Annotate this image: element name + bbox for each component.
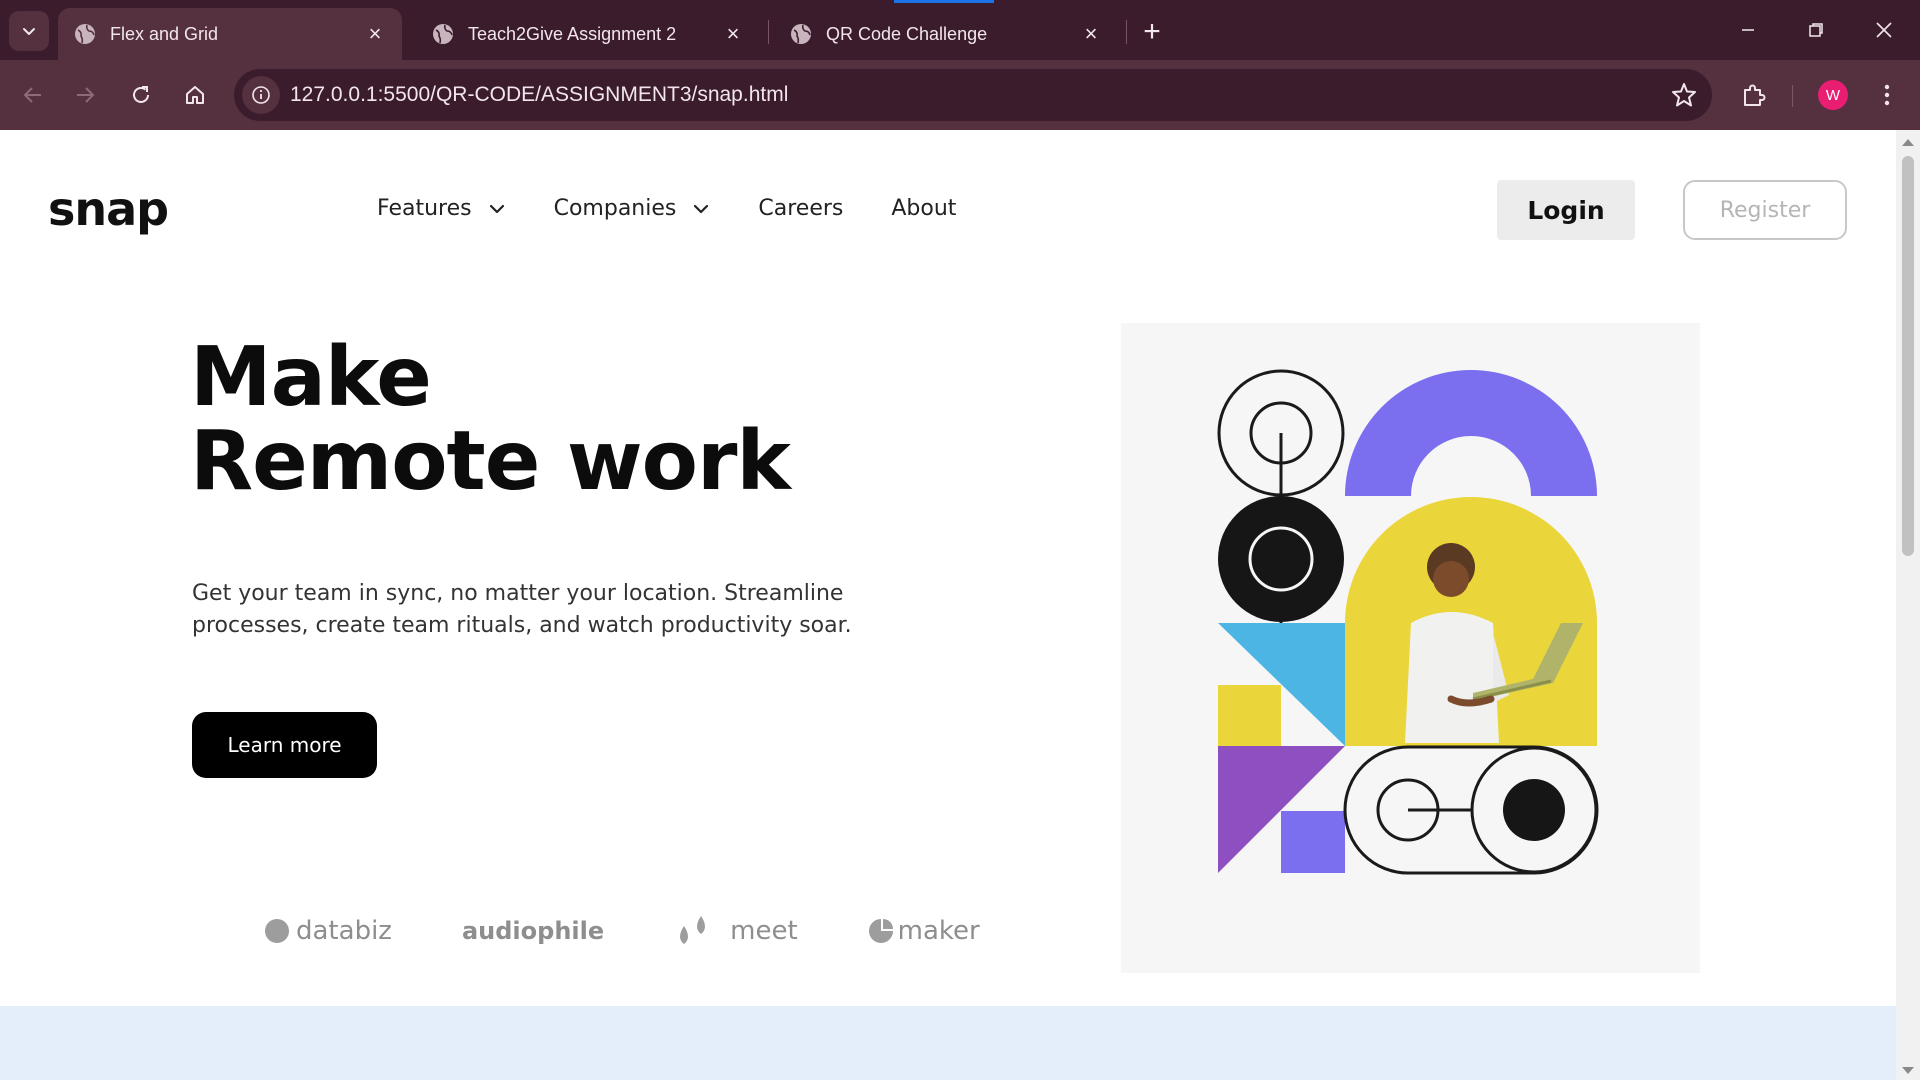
extensions-button[interactable]	[1734, 76, 1772, 114]
browser-tab-strip: Flex and Grid × Teach2Give Assignment 2 …	[0, 0, 1920, 60]
next-section-band	[0, 1006, 1896, 1080]
learn-more-button[interactable]: Learn more	[192, 712, 377, 778]
hero-title-line-2: Remote work	[190, 414, 791, 509]
browser-toolbar: 127.0.0.1:5500/QR-CODE/ASSIGNMENT3/snap.…	[0, 60, 1920, 130]
client-logo-databiz: databiz	[264, 916, 392, 946]
nav-about[interactable]: About	[891, 196, 956, 221]
vertical-scrollbar[interactable]	[1896, 130, 1920, 1080]
nav-companies-label: Companies	[553, 196, 677, 221]
chevron-down-icon	[489, 204, 504, 213]
close-icon[interactable]: ×	[722, 23, 744, 45]
tab-flex-and-grid[interactable]: Flex and Grid ×	[58, 8, 402, 60]
minimize-icon	[1742, 29, 1754, 31]
register-button[interactable]: Register	[1683, 180, 1847, 240]
tab-search-button[interactable]	[9, 11, 49, 51]
globe-icon	[791, 24, 811, 44]
hero-illustration	[1121, 323, 1700, 973]
tab-teach2give[interactable]: Teach2Give Assignment 2 ×	[416, 8, 760, 60]
tab-title: Flex and Grid	[110, 23, 219, 44]
scroll-thumb[interactable]	[1902, 156, 1914, 556]
puzzle-icon	[1744, 84, 1766, 106]
login-button[interactable]: Login	[1497, 180, 1635, 240]
nav-features[interactable]: Features	[377, 196, 506, 221]
tab-title: QR Code Challenge	[826, 23, 988, 44]
chevron-down-icon	[694, 204, 709, 213]
tab-separator	[768, 20, 769, 44]
profile-avatar[interactable]: W	[1818, 80, 1848, 110]
kebab-menu-icon	[1884, 84, 1890, 106]
globe-icon	[75, 24, 95, 44]
arrow-right-icon	[77, 87, 95, 103]
minimize-button[interactable]	[1714, 0, 1782, 60]
client-logo-audiophile: audio phile	[461, 917, 605, 945]
tab-title: Teach2Give Assignment 2	[468, 23, 677, 44]
site-info-button[interactable]	[242, 76, 280, 114]
hero-title: Make Remote work	[190, 330, 791, 509]
client-logos: databiz audio phile meet maker	[264, 914, 1050, 948]
home-icon	[186, 86, 204, 104]
tab-qr-code-challenge[interactable]: QR Code Challenge ×	[774, 8, 1118, 60]
close-icon	[1876, 22, 1892, 38]
client-logo-meet: meet	[674, 914, 798, 948]
toolbar-divider	[1792, 85, 1793, 107]
scroll-down-arrow[interactable]	[1902, 1067, 1914, 1074]
close-icon[interactable]: ×	[1080, 23, 1102, 45]
tab-loading-indicator	[894, 0, 994, 3]
restore-button[interactable]	[1782, 0, 1850, 60]
site-logo[interactable]: snap	[48, 182, 169, 236]
menu-button[interactable]	[1868, 76, 1906, 114]
home-button[interactable]	[174, 74, 216, 116]
info-icon	[252, 86, 270, 104]
arrow-left-icon	[23, 87, 41, 103]
page-viewport: snap Features Companies Careers About Lo…	[0, 130, 1920, 1080]
address-bar[interactable]: 127.0.0.1:5500/QR-CODE/ASSIGNMENT3/snap.…	[234, 69, 1712, 121]
globe-icon	[433, 24, 453, 44]
close-icon[interactable]: ×	[364, 23, 386, 45]
maker-mark-icon	[868, 919, 893, 943]
main-nav: Features Companies Careers About	[377, 196, 1004, 221]
close-window-button[interactable]	[1850, 0, 1918, 60]
hero-title-line-1: Make	[190, 330, 432, 425]
back-button[interactable]	[12, 74, 54, 116]
new-tab-button[interactable]: +	[1136, 16, 1168, 48]
nav-companies[interactable]: Companies	[554, 196, 711, 221]
restore-icon	[1809, 23, 1823, 37]
tab-separator	[1126, 20, 1127, 44]
databiz-mark-icon	[265, 919, 289, 943]
reload-icon	[133, 86, 149, 103]
chevron-down-icon	[23, 28, 35, 35]
star-icon[interactable]	[1670, 81, 1698, 109]
meet-drops-icon	[680, 916, 706, 944]
reload-button[interactable]	[120, 74, 162, 116]
url-text: 127.0.0.1:5500/QR-CODE/ASSIGNMENT3/snap.…	[290, 83, 789, 106]
forward-button[interactable]	[64, 74, 106, 116]
hero-subtitle: Get your team in sync, no matter your lo…	[192, 581, 852, 638]
scroll-up-arrow[interactable]	[1902, 139, 1914, 146]
nav-careers[interactable]: Careers	[758, 196, 843, 221]
nav-features-label: Features	[377, 196, 472, 221]
client-logo-maker: maker	[868, 916, 980, 946]
